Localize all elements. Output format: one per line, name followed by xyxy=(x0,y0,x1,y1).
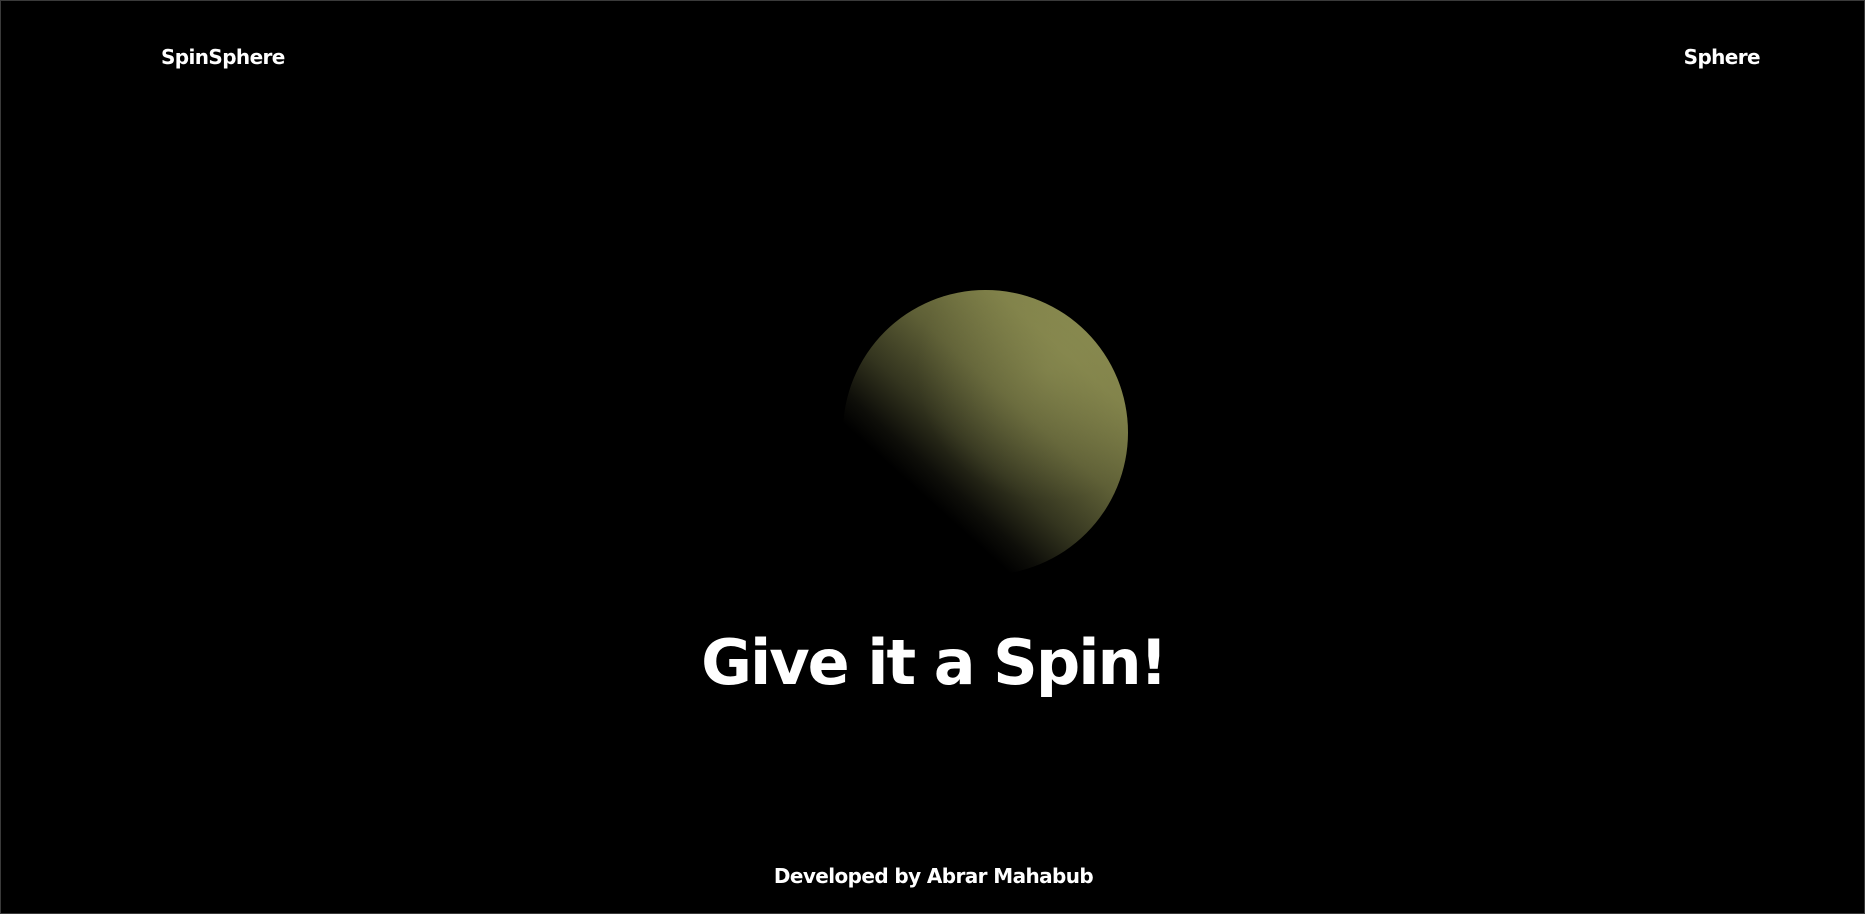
footer-credit: Developed by Abrar Mahabub xyxy=(773,864,1094,888)
spinning-sphere[interactable] xyxy=(843,290,1128,575)
hero-headline: Give it a Spin! xyxy=(701,626,1168,699)
nav-link-sphere[interactable]: Sphere xyxy=(1684,43,1761,71)
brand-logo[interactable]: SpinSphere xyxy=(161,43,285,71)
